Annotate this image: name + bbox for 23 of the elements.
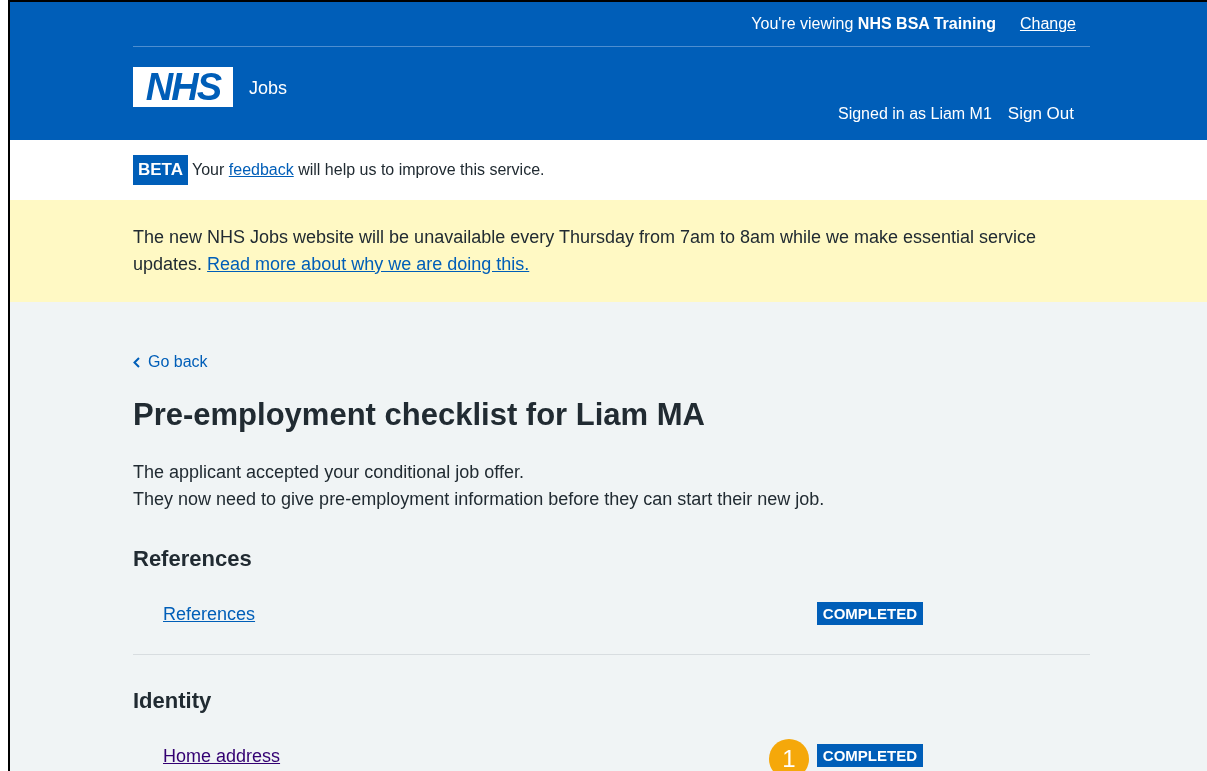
service-name[interactable]: Jobs [249,75,288,102]
read-more-link[interactable]: Read more about why we are doing this. [207,254,530,274]
go-back-link[interactable]: Go back [133,350,208,374]
task-link[interactable]: References [163,600,256,628]
page-title: Pre-employment checklist for Liam MA [133,395,706,434]
signed-in-text: Signed in as Liam M1 [838,104,992,124]
feedback-text: Your feedback will help us to improve this service. [192,160,545,180]
status-tag: COMPLETED [816,744,923,767]
section-heading: Identity [133,686,213,715]
nhs-logo[interactable]: NHS [133,67,233,107]
viewing-organisation-text: You're viewing NHS BSA Training [751,14,996,34]
intro-text: They now need to give pre-employment information before they can start their new job. [133,487,826,511]
chevron-left-icon [133,356,140,368]
change-link[interactable]: Change [1019,12,1076,36]
feedback-link[interactable]: feedback [228,161,294,178]
sign-out-link[interactable]: Sign Out [1007,101,1074,127]
task-link[interactable]: Home address [163,742,281,770]
intro-text: The applicant accepted your conditional job offer. [133,460,525,484]
notice-text: The new NHS Jobs website will be unavailable every Thursday from 7am to 8am while we make essential service updates. Read more about why we are doing this. [133,226,1038,276]
beta-tag: BETA [133,155,188,185]
callout-badge: 1 [768,739,809,771]
section-heading: References [133,544,253,573]
status-tag: COMPLETED [816,602,923,625]
